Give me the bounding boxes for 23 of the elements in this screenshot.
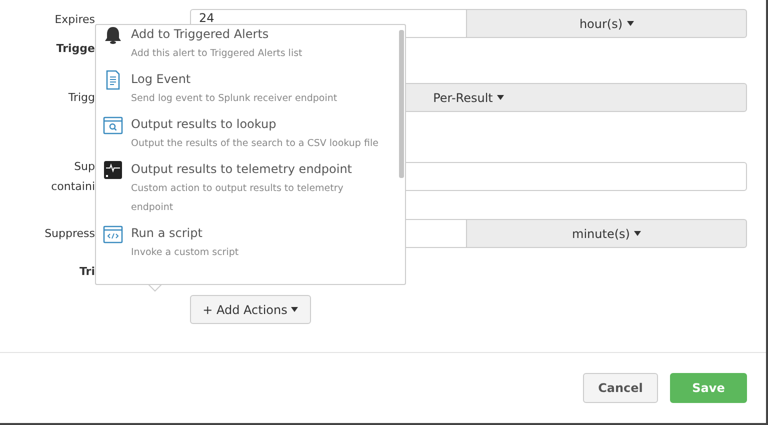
code-window-icon: [103, 224, 123, 244]
caret-icon: [496, 95, 504, 100]
pulse-device-icon: [103, 160, 123, 180]
unit-dropdown[interactable]: hour(s): [467, 9, 747, 38]
scrollbar[interactable]: [399, 30, 404, 178]
field-label: Tri: [80, 264, 95, 280]
caret-icon: [634, 231, 641, 236]
field-label: Suppress: [44, 226, 95, 242]
caret-icon: [626, 21, 634, 26]
menu-item[interactable]: Output results to lookup Output the results of the search to a CSV lookup file: [96, 115, 383, 160]
field-label: Trigge: [56, 41, 95, 57]
field-label: containi: [51, 178, 95, 194]
field-label: Sup: [74, 158, 95, 174]
add-actions-button[interactable]: + Add Actions: [190, 295, 311, 324]
menu-item[interactable]: Run a script Invoke a custom script: [96, 224, 383, 269]
menu-item[interactable]: Output results to telemetry endpoint Custom action to output results to telemetry endpoint: [96, 160, 383, 224]
field-label: Trigg: [68, 90, 95, 106]
search-window-icon: [103, 115, 123, 135]
cancel-button[interactable]: Cancel: [583, 373, 658, 403]
bell-icon: [103, 25, 123, 45]
unit-dropdown[interactable]: minute(s): [467, 219, 747, 248]
field-label: Expires: [54, 12, 95, 28]
caret-icon: [291, 307, 298, 312]
